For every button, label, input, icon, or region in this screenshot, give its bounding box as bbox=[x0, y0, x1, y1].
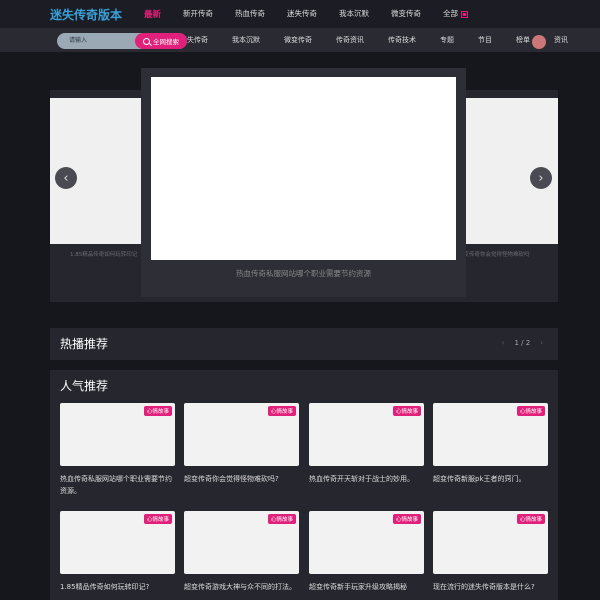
nav-item-mishi[interactable]: 迷失传奇 bbox=[287, 8, 317, 20]
card-thumbnail[interactable]: 心情故事 bbox=[184, 511, 299, 574]
subnav-item-tech[interactable]: 传奇技术 bbox=[388, 35, 416, 45]
menu-grid-icon bbox=[461, 10, 469, 18]
card-thumbnail[interactable]: 心情故事 bbox=[60, 511, 175, 574]
chevron-right-icon[interactable]: › bbox=[540, 339, 543, 347]
main-nav: 最新 新开传奇 热血传奇 迷失传奇 我本沉默 微变传奇 全部 bbox=[144, 8, 490, 20]
popular-card[interactable]: 心情故事 热血传奇私服网站哪个职业需要节约资源。 bbox=[60, 403, 175, 497]
card-title[interactable]: 超变传奇新服pk王者的窍门。 bbox=[433, 473, 548, 485]
card-tag: 心情故事 bbox=[143, 406, 172, 416]
card-thumbnail[interactable]: 心情故事 bbox=[309, 511, 424, 574]
carousel-caption-active[interactable]: 热血传奇私服网站哪个职业需要节约资源 bbox=[151, 268, 456, 279]
nav-item-all-label: 全部 bbox=[443, 9, 459, 18]
card-tag: 心情故事 bbox=[392, 406, 421, 416]
card-tag: 心情故事 bbox=[516, 406, 545, 416]
search-button[interactable]: 全网搜索 bbox=[135, 33, 187, 49]
hot-page-indicator: 1 / 2 bbox=[514, 339, 531, 347]
carousel-prev-button[interactable]: ‹ bbox=[55, 167, 77, 189]
card-tag: 心情故事 bbox=[267, 406, 296, 416]
card-title[interactable]: 超变传奇你会觉得怪物难砍吗? bbox=[184, 473, 299, 485]
subnav-item-topics[interactable]: 专题 bbox=[440, 35, 454, 45]
card-tag: 心情故事 bbox=[267, 514, 296, 524]
search-bar: 全网搜索 bbox=[57, 33, 187, 49]
nav-item-latest[interactable]: 最新 bbox=[144, 8, 161, 20]
card-thumbnail[interactable]: 心情故事 bbox=[433, 403, 548, 466]
user-avatar[interactable] bbox=[532, 35, 546, 49]
sub-nav: 迷失传奇 我本沉默 微变传奇 传奇资讯 传奇技术 专题 节目 榜单 资讯 bbox=[180, 35, 592, 45]
subnav-item-rankings[interactable]: 榜单 bbox=[516, 35, 530, 45]
popular-section-title: 人气推荐 bbox=[60, 379, 109, 393]
nav-item-rexue[interactable]: 热血传奇 bbox=[235, 8, 265, 20]
subnav-item-news[interactable]: 传奇资讯 bbox=[336, 35, 364, 45]
card-thumbnail[interactable]: 心情故事 bbox=[184, 403, 299, 466]
popular-card[interactable]: 心情故事 现在流行的迷失传奇版本是什么? bbox=[433, 511, 548, 593]
hot-section: 热播推荐 ‹ 1 / 2 › bbox=[50, 328, 558, 360]
card-title[interactable]: 现在流行的迷失传奇版本是什么? bbox=[433, 581, 548, 593]
card-thumbnail[interactable]: 心情故事 bbox=[433, 511, 548, 574]
carousel-caption-next: 超变传奇你会觉得怪物难砍吗 bbox=[458, 252, 530, 258]
popular-card[interactable]: 心情故事 热血传奇开天斩对于战士的妙用。 bbox=[309, 403, 424, 485]
card-title[interactable]: 1.85精品传奇如何玩转印记? bbox=[60, 581, 175, 593]
hot-section-title: 热播推荐 bbox=[60, 337, 109, 351]
chevron-right-icon: › bbox=[538, 170, 544, 186]
site-logo[interactable]: 迷失传奇版本 bbox=[50, 6, 122, 23]
search-icon bbox=[143, 37, 150, 45]
card-title[interactable]: 热血传奇开天斩对于战士的妙用。 bbox=[309, 473, 424, 485]
nav-item-all[interactable]: 全部 bbox=[443, 8, 469, 20]
nav-item-woben[interactable]: 我本沉默 bbox=[339, 8, 369, 20]
subnav-item-programs[interactable]: 节目 bbox=[478, 35, 492, 45]
popular-card[interactable]: 心情故事 超变传奇你会觉得怪物难砍吗? bbox=[184, 403, 299, 485]
card-title[interactable]: 热血传奇私服网站哪个职业需要节约资源。 bbox=[60, 473, 175, 497]
nav-item-new-servers[interactable]: 新开传奇 bbox=[183, 8, 213, 20]
nav-item-weibian[interactable]: 微变传奇 bbox=[391, 8, 421, 20]
chevron-left-icon[interactable]: ‹ bbox=[502, 339, 505, 347]
card-thumbnail[interactable]: 心情故事 bbox=[309, 403, 424, 466]
subnav-item-weibian[interactable]: 微变传奇 bbox=[284, 35, 312, 45]
search-button-label: 全网搜索 bbox=[153, 38, 179, 46]
carousel-caption-prev: 1.85精品传奇如何玩转印记 bbox=[70, 252, 138, 258]
chevron-left-icon: ‹ bbox=[63, 170, 69, 186]
card-thumbnail[interactable]: 心情故事 bbox=[60, 403, 175, 466]
popular-card[interactable]: 心情故事 超变传奇新手玩家升级攻略揭秘 bbox=[309, 511, 424, 593]
popular-card[interactable]: 心情故事 超变传奇新服pk王者的窍门。 bbox=[433, 403, 548, 485]
popular-card[interactable]: 心情故事 1.85精品传奇如何玩转印记? bbox=[60, 511, 175, 593]
card-tag: 心情故事 bbox=[516, 514, 545, 524]
popular-card[interactable]: 心情故事 超变传奇游戏大神与众不同的打法。 bbox=[184, 511, 299, 593]
carousel-next-button[interactable]: › bbox=[530, 167, 552, 189]
subnav-item-woben[interactable]: 我本沉默 bbox=[232, 35, 260, 45]
hot-pager: ‹ 1 / 2 › bbox=[497, 339, 548, 347]
card-title[interactable]: 超变传奇新手玩家升级攻略揭秘 bbox=[309, 581, 424, 593]
top-header: 迷失传奇版本 最新 新开传奇 热血传奇 迷失传奇 我本沉默 微变传奇 全部 bbox=[0, 0, 600, 28]
carousel-slide-active[interactable] bbox=[151, 77, 456, 260]
subnav-item-info[interactable]: 资讯 bbox=[554, 35, 568, 45]
card-tag: 心情故事 bbox=[392, 514, 421, 524]
card-title[interactable]: 超变传奇游戏大神与众不同的打法。 bbox=[184, 581, 299, 593]
card-tag: 心情故事 bbox=[143, 514, 172, 524]
